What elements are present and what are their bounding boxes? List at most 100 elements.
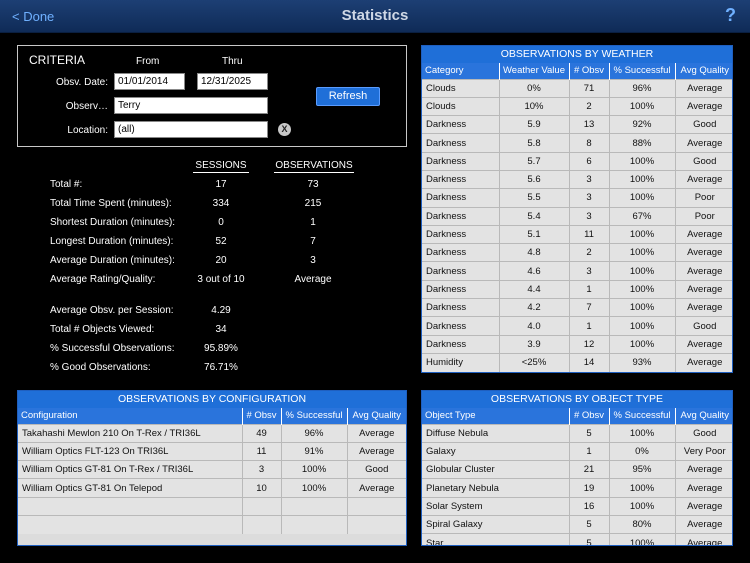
table-row[interactable]: Humidity <25% 14 93% Average bbox=[422, 352, 732, 372]
refresh-button[interactable]: Refresh bbox=[316, 87, 380, 106]
column-header[interactable]: Avg Quality bbox=[675, 408, 732, 424]
table-cell: Galaxy bbox=[422, 441, 570, 461]
table-cell: Average bbox=[675, 533, 732, 545]
table-cell: Very Poor bbox=[675, 441, 732, 461]
table-cell: Average bbox=[675, 133, 732, 153]
table-row[interactable]: Star 5 100% Average bbox=[422, 533, 732, 545]
stat-label: Shortest Duration (minutes): bbox=[50, 217, 176, 228]
extra-stat-label: % Good Observations: bbox=[50, 362, 151, 373]
table-cell: 1 bbox=[569, 279, 610, 299]
column-header[interactable]: # Obsv bbox=[242, 408, 282, 424]
table-cell: 67% bbox=[609, 206, 676, 226]
table-cell: 49 bbox=[242, 423, 282, 443]
table-row[interactable]: Darkness 5.4 3 67% Poor bbox=[422, 206, 732, 226]
object-type-table: Object Type # Obsv% Successful Avg Quality… bbox=[422, 408, 732, 545]
table-cell: Average bbox=[675, 334, 732, 354]
table-cell: William Optics GT-81 On Telepod bbox=[18, 478, 243, 498]
table-row[interactable]: Darkness 4.8 2 100% Average bbox=[422, 243, 732, 262]
table-row[interactable]: Darkness 5.7 6 100% Good bbox=[422, 151, 732, 171]
table-row[interactable]: Takahashi Mewlon 210 On T-Rex / TRI36L 49… bbox=[18, 423, 406, 443]
table-row[interactable]: Spiral Galaxy 5 80% Average bbox=[422, 514, 732, 534]
table-row[interactable]: Darkness 5.8 8 88% Average bbox=[422, 133, 732, 153]
table-cell: 1 bbox=[569, 441, 610, 461]
table-row[interactable]: Globular Cluster 21 95% Average bbox=[422, 460, 732, 479]
table-cell: Poor bbox=[675, 206, 732, 226]
table-cell: 5 bbox=[569, 514, 610, 534]
table-cell: 5 bbox=[569, 423, 610, 443]
column-header[interactable]: % Successful bbox=[281, 408, 348, 424]
stat-observations-value: 7 bbox=[310, 236, 316, 247]
table-row[interactable]: Planetary Nebula 19 100% Average bbox=[422, 478, 732, 498]
table-cell: 5.5 bbox=[499, 188, 570, 208]
column-header[interactable]: Object Type bbox=[422, 408, 570, 424]
table-cell: Darkness bbox=[422, 243, 500, 262]
table-row[interactable]: Clouds 10% 2 100% Average bbox=[422, 96, 732, 116]
table-row[interactable] bbox=[18, 514, 406, 534]
table-cell: Average bbox=[675, 496, 732, 516]
table-cell bbox=[242, 514, 282, 534]
stat-sessions-value: 20 bbox=[215, 255, 227, 266]
table-cell: Solar System bbox=[422, 496, 570, 516]
table-cell: Good bbox=[675, 316, 732, 336]
stat-sessions-value: 3 out of 10 bbox=[197, 274, 245, 285]
table-cell: Darkness bbox=[422, 298, 500, 317]
configuration-table: Configuration # Obsv% Successful Avg Quali… bbox=[18, 408, 406, 534]
table-row[interactable]: Clouds 0% 71 96% Average bbox=[422, 78, 732, 98]
table-cell: Average bbox=[675, 478, 732, 498]
column-header[interactable]: Category bbox=[422, 63, 500, 79]
table-cell: 14 bbox=[569, 352, 610, 372]
column-header[interactable]: # Obsv bbox=[569, 408, 610, 424]
table-row[interactable]: William Optics GT-81 On Telepod 10 100% Ave… bbox=[18, 478, 406, 498]
weather-title: OBSERVATIONS BY WEATHER bbox=[422, 46, 732, 63]
clear-location-icon[interactable]: X bbox=[278, 123, 291, 136]
table-cell: 13 bbox=[569, 115, 610, 134]
table-cell: Average bbox=[347, 441, 406, 461]
help-icon[interactable]: ? bbox=[725, 5, 736, 26]
stat-sessions-value: 0 bbox=[218, 217, 224, 228]
table-row[interactable]: Darkness 4.6 3 100% Average bbox=[422, 261, 732, 281]
table-row[interactable]: Galaxy 1 0% Very Poor bbox=[422, 441, 732, 461]
column-header[interactable]: # Obsv bbox=[569, 63, 610, 79]
column-header[interactable]: Avg Quality bbox=[675, 63, 732, 79]
table-row[interactable]: Darkness 5.6 3 100% Average bbox=[422, 169, 732, 189]
table-row[interactable]: Darkness 4.4 1 100% Average bbox=[422, 279, 732, 299]
date-from-input[interactable] bbox=[114, 73, 185, 90]
stat-label: Average Duration (minutes): bbox=[50, 255, 175, 266]
table-cell: Average bbox=[675, 78, 732, 98]
table-row[interactable]: William Optics FLT-123 On TRI36L 11 91% Ave… bbox=[18, 441, 406, 461]
table-row[interactable] bbox=[18, 496, 406, 516]
table-cell: 5.4 bbox=[499, 206, 570, 226]
observer-label: Observ… bbox=[65, 101, 108, 112]
column-header[interactable]: % Successful bbox=[609, 408, 676, 424]
stat-label: Average Rating/Quality: bbox=[50, 274, 156, 285]
table-row[interactable]: Darkness 5.1 11 100% Average bbox=[422, 224, 732, 244]
table-row[interactable]: Darkness 5.5 3 100% Poor bbox=[422, 188, 732, 208]
column-header[interactable]: % Successful bbox=[609, 63, 676, 79]
criteria-title: CRITERIA bbox=[29, 53, 86, 67]
table-cell: Average bbox=[675, 279, 732, 299]
table-row[interactable]: Solar System 16 100% Average bbox=[422, 496, 732, 516]
table-cell: Darkness bbox=[422, 316, 500, 336]
table-cell: Planetary Nebula bbox=[422, 478, 570, 498]
table-row[interactable]: Darkness 5.9 13 92% Good bbox=[422, 115, 732, 134]
table-row[interactable]: Darkness 4.0 1 100% Good bbox=[422, 316, 732, 336]
table-cell: William Optics FLT-123 On TRI36L bbox=[18, 441, 243, 461]
table-row[interactable]: Darkness 3.9 12 100% Average bbox=[422, 334, 732, 354]
table-cell bbox=[18, 514, 243, 534]
observer-input[interactable] bbox=[114, 97, 268, 114]
table-row[interactable]: Diffuse Nebula 5 100% Good bbox=[422, 423, 732, 443]
location-input[interactable] bbox=[114, 121, 268, 138]
table-row[interactable]: Darkness 4.2 7 100% Average bbox=[422, 298, 732, 317]
date-thru-input[interactable] bbox=[197, 73, 268, 90]
column-header[interactable]: Avg Quality bbox=[347, 408, 406, 424]
column-header[interactable]: Weather Value bbox=[499, 63, 570, 79]
table-cell: Good bbox=[675, 423, 732, 443]
column-header[interactable]: Configuration bbox=[18, 408, 243, 424]
table-cell: 93% bbox=[609, 352, 676, 372]
table-cell bbox=[281, 496, 348, 516]
table-row[interactable]: William Optics GT-81 On T-Rex / TRI36L 3 1… bbox=[18, 460, 406, 479]
table-cell: 100% bbox=[609, 96, 676, 116]
weather-panel: OBSERVATIONS BY WEATHER Category Weather … bbox=[421, 45, 733, 373]
configuration-panel: OBSERVATIONS BY CONFIGURATION Configurat… bbox=[17, 390, 407, 546]
stat-label: Total #: bbox=[50, 179, 83, 190]
